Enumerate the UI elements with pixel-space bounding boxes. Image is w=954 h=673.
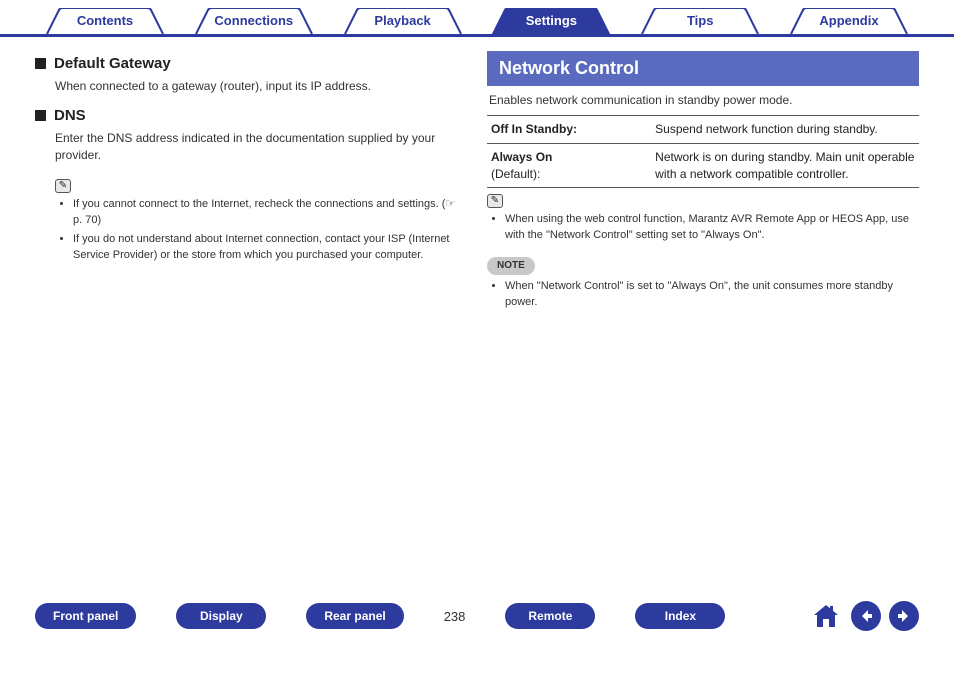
next-button[interactable]: [889, 601, 919, 631]
table-row: Always On (Default): Network is on durin…: [487, 143, 919, 188]
right-tips: When using the web control function, Mar…: [505, 212, 919, 243]
note-item: When "Network Control" is set to "Always…: [505, 279, 919, 310]
option-label: Always On (Default):: [487, 143, 651, 188]
tab-label: Appendix: [819, 13, 878, 28]
front-panel-button[interactable]: Front panel: [35, 603, 136, 629]
tab-playback[interactable]: Playback: [333, 8, 473, 34]
heading-dns: DNS: [35, 105, 467, 126]
content: Default Gateway When connected to a gate…: [0, 37, 954, 314]
heading-text: DNS: [54, 105, 86, 126]
note-item: If you cannot connect to the Internet, r…: [73, 197, 467, 228]
right-note-list: When "Network Control" is set to "Always…: [505, 279, 919, 310]
home-icon: [811, 601, 841, 631]
section-title-network-control: Network Control: [487, 51, 919, 86]
option-label: Off In Standby:: [487, 115, 651, 143]
tab-label: Settings: [526, 13, 577, 28]
tab-label: Tips: [687, 13, 714, 28]
nav-icons: [809, 599, 919, 633]
remote-button[interactable]: Remote: [505, 603, 595, 629]
top-tabs: Contents Connections Playback Settings T…: [0, 0, 954, 37]
tab-tips[interactable]: Tips: [630, 8, 770, 34]
index-button[interactable]: Index: [635, 603, 725, 629]
arrow-left-icon: [858, 608, 874, 624]
heading-default-gateway: Default Gateway: [35, 53, 467, 74]
right-column: Network Control Enables network communic…: [487, 47, 919, 314]
note-item: If you do not understand about Internet …: [73, 232, 467, 263]
tab-appendix[interactable]: Appendix: [779, 8, 919, 34]
pencil-icon: ✎: [487, 194, 503, 208]
gateway-body: When connected to a gateway (router), in…: [55, 78, 467, 95]
tab-connections[interactable]: Connections: [184, 8, 324, 34]
arrow-right-icon: [896, 608, 912, 624]
option-label-main: Always On: [491, 150, 552, 164]
display-button[interactable]: Display: [176, 603, 266, 629]
rear-panel-button[interactable]: Rear panel: [306, 603, 403, 629]
page-number: 238: [444, 609, 466, 624]
table-row: Off In Standby: Suspend network function…: [487, 115, 919, 143]
prev-button[interactable]: [851, 601, 881, 631]
option-label-sub: (Default):: [491, 167, 540, 181]
options-table: Off In Standby: Suspend network function…: [487, 115, 919, 188]
square-bullet-icon: [35, 58, 46, 69]
dns-body: Enter the DNS address indicated in the d…: [55, 130, 467, 164]
tab-label: Playback: [374, 13, 430, 28]
tab-contents[interactable]: Contents: [35, 8, 175, 34]
option-value: Suspend network function during standby.: [651, 115, 919, 143]
pencil-icon: ✎: [55, 179, 71, 193]
square-bullet-icon: [35, 110, 46, 121]
network-control-desc: Enables network communication in standby…: [489, 92, 919, 109]
tab-label: Contents: [77, 13, 133, 28]
heading-text: Default Gateway: [54, 53, 171, 74]
left-notes: If you cannot connect to the Internet, r…: [73, 197, 467, 263]
option-value: Network is on during standby. Main unit …: [651, 143, 919, 188]
note-badge: NOTE: [487, 257, 535, 275]
note-item: When using the web control function, Mar…: [505, 212, 919, 243]
tab-label: Connections: [214, 13, 293, 28]
footer: Front panel Display Rear panel 238 Remot…: [0, 599, 954, 633]
tab-settings[interactable]: Settings: [481, 8, 621, 34]
home-button[interactable]: [809, 599, 843, 633]
left-column: Default Gateway When connected to a gate…: [35, 47, 467, 314]
